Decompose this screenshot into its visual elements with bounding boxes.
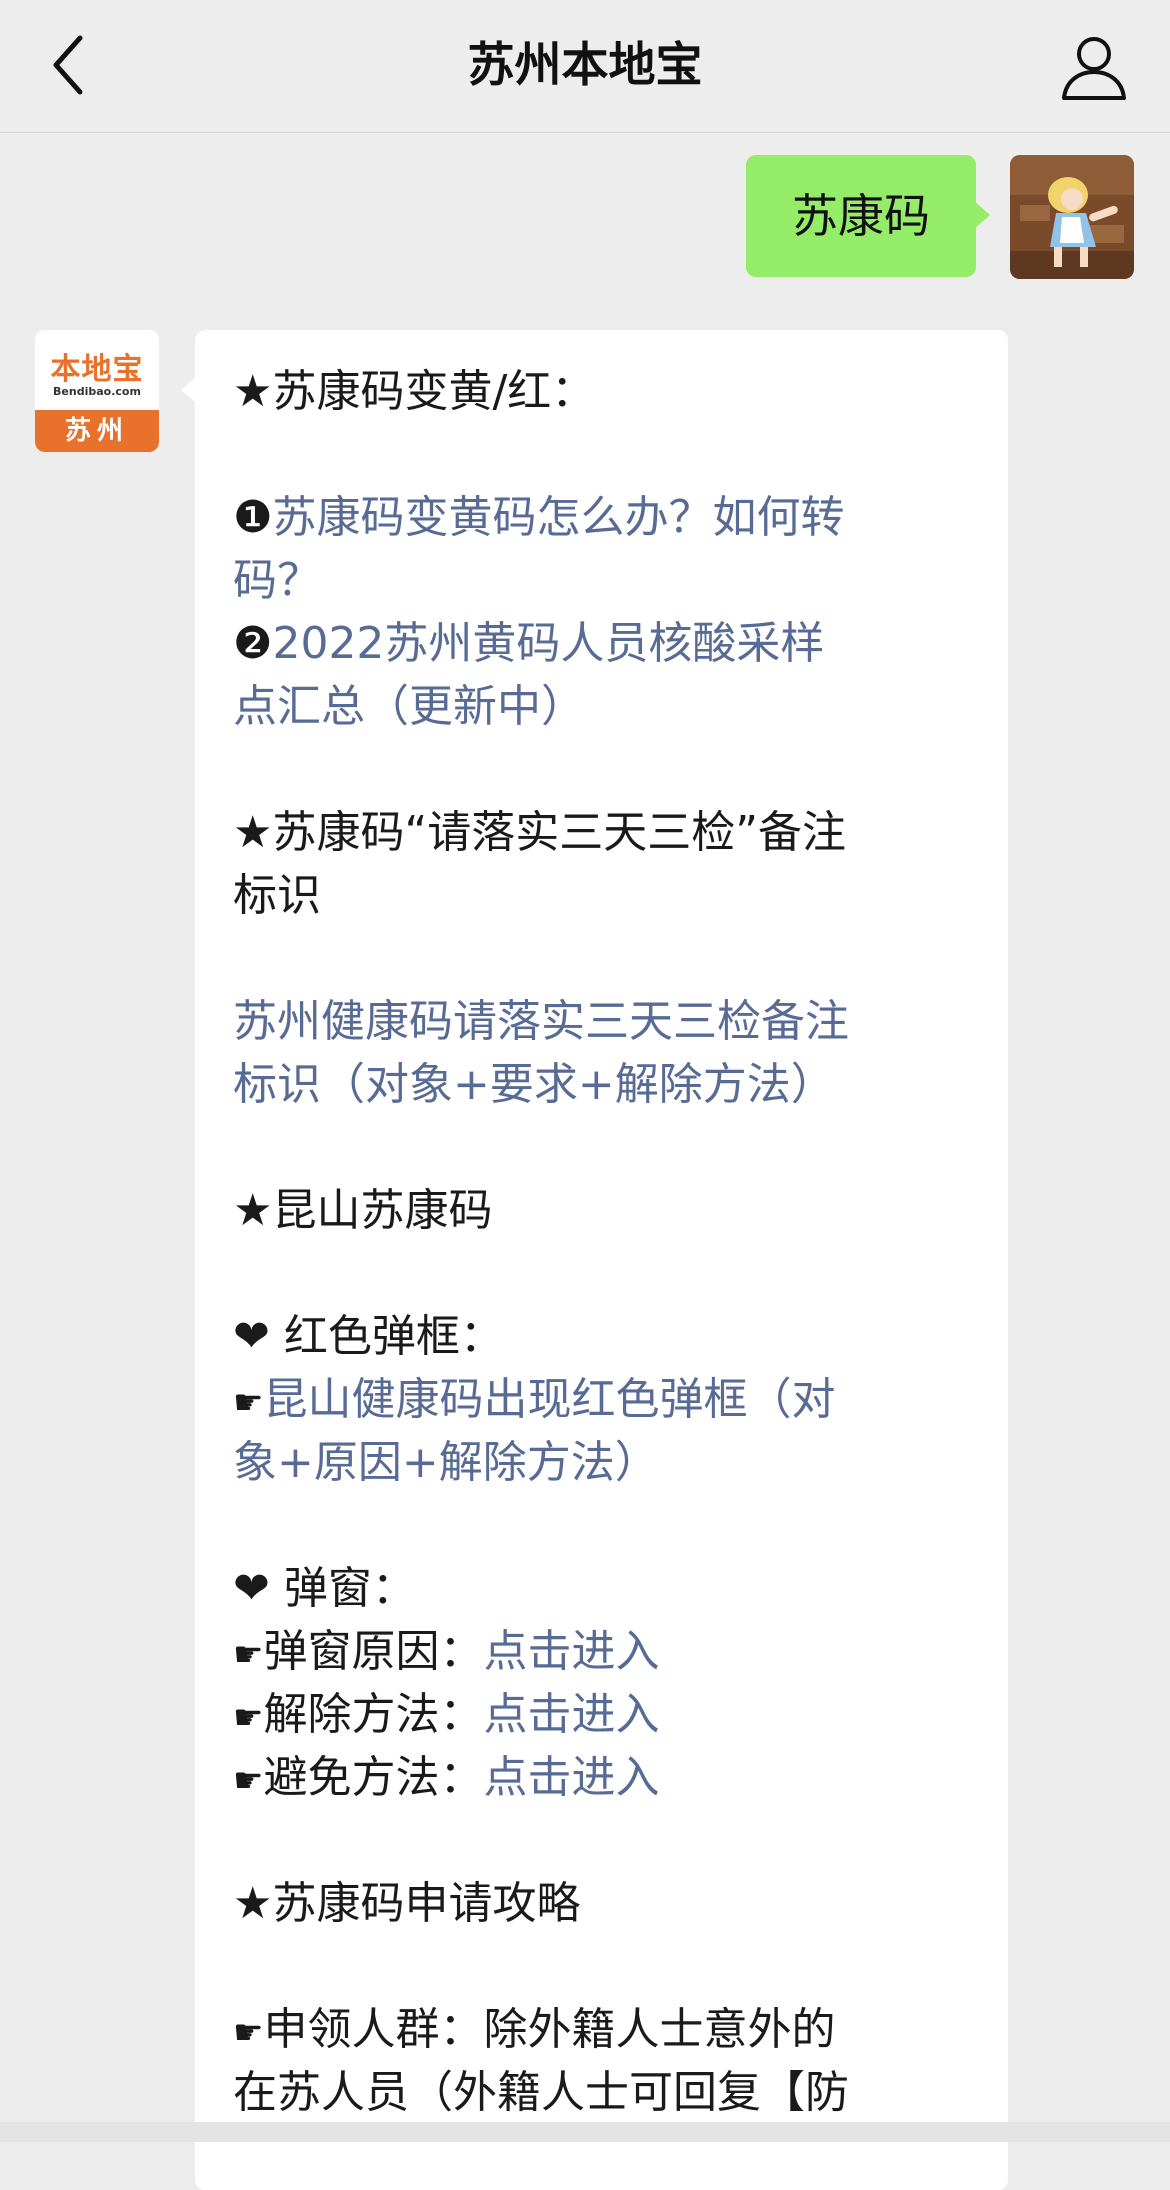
link-kunshan-red-popup-cont[interactable]: 象+原因+解除方法） [233, 1437, 659, 1488]
link-row-2: ❷2022苏州黄码人员核酸采样 [233, 612, 993, 675]
cartoon-girl-avatar-image [1010, 155, 1134, 279]
bendibao-logo: 本地宝 Bendibao.com [35, 330, 159, 410]
bottom-edge [0, 2122, 1170, 2142]
pointing-hand-icon: ☛ [233, 1698, 264, 1738]
official-account-avatar[interactable]: 本地宝 Bendibao.com 苏州 [35, 330, 159, 452]
pointing-hand-icon: ☛ [233, 1383, 264, 1423]
chat-title: 苏州本地宝 [467, 38, 703, 93]
link-three-days-three-tests-cont[interactable]: 标识（对象+要求+解除方法） [233, 1059, 835, 1110]
section-title-yellow-red: ★苏康码变黄/红： [233, 366, 596, 417]
incoming-message-bubble: ★苏康码变黄/红： ❶苏康码变黄码怎么办？如何转 码？ ❷2022苏州黄码人员核… [181, 330, 1008, 2190]
number-2-icon: ❷ [233, 618, 273, 669]
link-yellow-code-how-to[interactable]: 苏康码变黄码怎么办？如何转 [272, 492, 844, 543]
number-1-icon: ❶ [233, 492, 273, 543]
pointing-hand-icon: ☛ [233, 2013, 264, 2053]
link-yellow-code-sampling-points[interactable]: 2022苏州黄码人员核酸采样 [272, 618, 824, 669]
link-three-days-three-tests[interactable]: 苏州健康码请落实三天三检备注 [233, 996, 849, 1047]
link-yellow-code-sampling-points-cont[interactable]: 点汇总（更新中） [233, 681, 585, 732]
link-row-1: ❶苏康码变黄码怎么办？如何转 [233, 486, 993, 549]
section-title-three-days: ★苏康码“请落实三天三检”备注 [233, 807, 847, 858]
pointing-hand-icon: ☛ [233, 1635, 264, 1675]
outgoing-message-bubble[interactable]: 苏康码 [746, 155, 990, 277]
popup-row-label: 避免方法： [263, 1752, 484, 1803]
top-nav-bar: 苏州本地宝 [0, 0, 1170, 133]
link-click-enter[interactable]: 点击进入 [483, 1626, 659, 1677]
red-popup-title: ❤ 红色弹框： [233, 1311, 504, 1362]
person-profile-icon[interactable] [1056, 30, 1132, 106]
user-avatar[interactable] [1010, 155, 1134, 279]
apply-line: ☛申领人群：除外籍人士意外的 [233, 1998, 993, 2061]
message-content: ★苏康码变黄/红： ❶苏康码变黄码怎么办？如何转 码？ ❷2022苏州黄码人员核… [233, 360, 993, 2124]
link-kunshan-red-popup[interactable]: 昆山健康码出现红色弹框（对 [263, 1374, 835, 1425]
section-title-apply-guide: ★苏康码申请攻略 [233, 1878, 581, 1929]
logo-sub-text: Bendibao.com [53, 385, 141, 398]
section-title-kunshan: ★昆山苏康码 [233, 1185, 493, 1236]
outgoing-message-text: 苏康码 [792, 189, 930, 243]
apply-line-text: 申领人群：除外籍人士意外的 [263, 2004, 836, 2055]
logo-city-text: 苏州 [35, 410, 159, 452]
popup-row: ☛避免方法：点击进入 [233, 1746, 993, 1809]
section-title-three-days-cont: 标识 [233, 870, 321, 921]
popup-row: ☛解除方法：点击进入 [233, 1683, 993, 1746]
pointing-hand-icon: ☛ [233, 1761, 264, 1801]
logo-main-text: 本地宝 [50, 352, 144, 387]
popup-row: ☛弹窗原因：点击进入 [233, 1620, 993, 1683]
link-click-enter[interactable]: 点击进入 [483, 1752, 659, 1803]
popup-row-label: 弹窗原因： [263, 1626, 484, 1677]
popup-row-label: 解除方法： [263, 1689, 484, 1740]
link-yellow-code-how-to-cont[interactable]: 码？ [233, 555, 321, 606]
apply-line-cont: 在苏人员（外籍人士可回复【防 [233, 2067, 849, 2118]
link-click-enter[interactable]: 点击进入 [483, 1689, 659, 1740]
popup-title: ❤ 弹窗： [233, 1563, 416, 1614]
